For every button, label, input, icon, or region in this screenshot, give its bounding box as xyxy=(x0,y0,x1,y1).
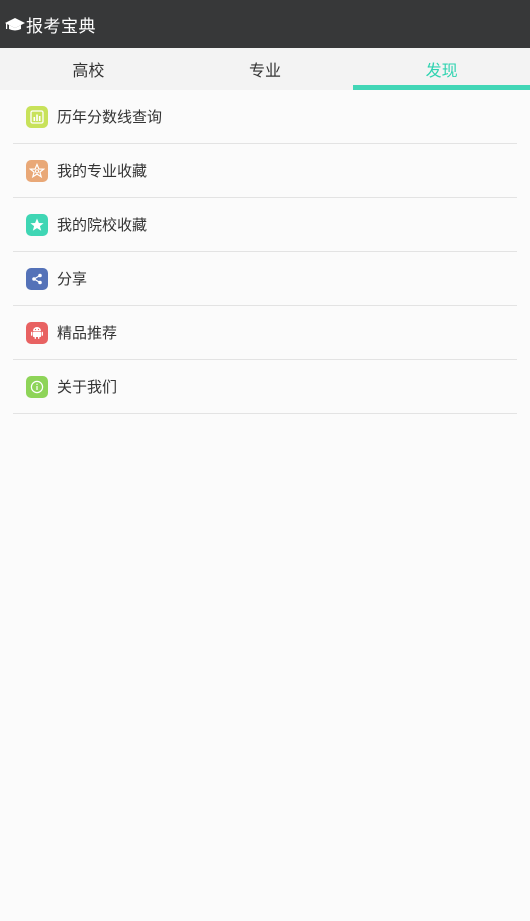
menu-item-share[interactable]: 分享 xyxy=(13,252,517,306)
tab-majors[interactable]: 专业 xyxy=(177,48,354,90)
menu-item-label: 精品推荐 xyxy=(57,324,118,342)
bar-chart-icon xyxy=(26,105,48,128)
menu-item-label: 关于我们 xyxy=(57,378,118,396)
star-icon xyxy=(26,213,48,236)
menu-item-label: 我的院校收藏 xyxy=(57,216,148,234)
menu-item-recommendations[interactable]: 精品推荐 xyxy=(13,306,517,360)
menu-item-college-favorites[interactable]: 我的院校收藏 xyxy=(13,198,517,252)
title-bar: 报考宝典 xyxy=(0,0,530,48)
tab-label: 高校 xyxy=(72,61,105,80)
tab-label: 专业 xyxy=(249,61,282,80)
star-outline-icon xyxy=(26,159,48,182)
menu-item-label: 我的专业收藏 xyxy=(57,162,148,180)
tab-colleges[interactable]: 高校 xyxy=(0,48,177,90)
tab-bar: 高校 专业 发现 xyxy=(0,48,530,90)
graduation-cap-icon xyxy=(4,13,26,35)
tab-discover[interactable]: 发现 xyxy=(353,48,530,90)
menu-item-label: 历年分数线查询 xyxy=(57,108,163,126)
menu-item-about-us[interactable]: 关于我们 xyxy=(13,360,517,414)
share-icon xyxy=(26,267,48,290)
menu-item-major-favorites[interactable]: 我的专业收藏 xyxy=(13,144,517,198)
android-icon xyxy=(26,321,48,344)
discover-menu-list: 历年分数线查询 我的专业收藏 我的院校收藏 分享 精品推荐 关于我们 xyxy=(13,90,517,414)
info-icon xyxy=(26,375,48,398)
tab-label: 发现 xyxy=(425,61,458,80)
app-title: 报考宝典 xyxy=(26,16,96,37)
menu-item-label: 分享 xyxy=(57,270,88,288)
menu-item-score-history[interactable]: 历年分数线查询 xyxy=(13,90,517,144)
